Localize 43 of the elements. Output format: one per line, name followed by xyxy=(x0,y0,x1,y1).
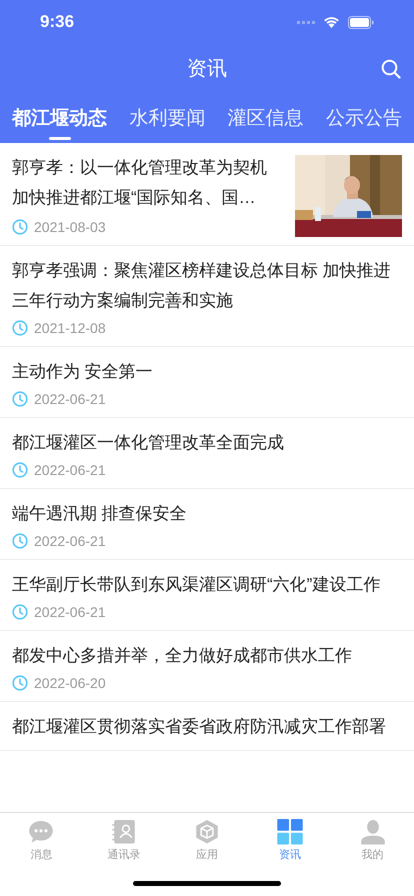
clock-icon xyxy=(12,320,28,336)
news-title[interactable]: 王华副厅长带队到东风渠灌区调研“六化”建设工作 xyxy=(12,570,402,600)
signal-icon xyxy=(297,19,315,25)
tab-bar-item[interactable]: 通讯录 xyxy=(82,813,166,863)
wifi-icon xyxy=(323,16,340,28)
person-icon xyxy=(360,819,386,844)
address-book-icon xyxy=(111,819,138,844)
clock-icon xyxy=(12,675,28,691)
clock-icon xyxy=(12,391,28,407)
news-title[interactable]: 都发中心多措并举，全力做好成都市供水工作 xyxy=(12,641,402,671)
news-title[interactable]: 都江堰灌区一体化管理改革全面完成 xyxy=(12,428,402,458)
page-title: 资讯 xyxy=(187,57,227,82)
news-title[interactable]: 端午遇汛期 排查保安全 xyxy=(12,499,402,529)
clock-icon xyxy=(12,533,28,549)
news-date: 2021-12-08 xyxy=(34,318,106,338)
cube-icon xyxy=(194,819,220,844)
news-date: 2022-06-20 xyxy=(34,674,106,692)
clock-icon xyxy=(12,219,28,235)
category-tab[interactable]: 水利要闻 xyxy=(129,94,206,140)
news-date: 2022-06-21 xyxy=(34,602,106,622)
search-icon[interactable] xyxy=(381,59,401,79)
grid-icon xyxy=(276,819,303,844)
news-date: 2022-06-21 xyxy=(34,390,106,408)
category-tab[interactable]: 都江堰动态 xyxy=(12,94,107,140)
status-time: 9:36 xyxy=(40,11,74,34)
tab-bar-item[interactable]: 我的 xyxy=(331,813,414,863)
battery-icon xyxy=(348,16,374,28)
chat-bubble-icon xyxy=(28,819,54,844)
news-title[interactable]: 都江堰灌区贯彻落实省委省政府防汛减灾工作部署 xyxy=(12,712,402,742)
news-title[interactable]: 郭亨孝强调：聚焦灌区榜样建设总体目标 加快推进三年行动方案编制完善和实施 xyxy=(12,256,402,316)
tab-bar-item[interactable]: 资讯 xyxy=(248,813,332,863)
news-title[interactable]: 郭亨孝：以一体化管理改革为契机加快推进都江堰“国际知名、国… xyxy=(12,153,283,213)
news-date: 2022-06-21 xyxy=(34,460,106,480)
news-title[interactable]: 主动作为 安全第一 xyxy=(12,357,402,387)
clock-icon xyxy=(12,604,28,620)
news-date: 2022-06-21 xyxy=(34,532,106,550)
tab-bar-item[interactable]: 消息 xyxy=(0,813,83,863)
tab-indicator xyxy=(48,137,70,140)
news-date: 2021-08-03 xyxy=(34,218,106,236)
category-tab[interactable]: 灌区信息 xyxy=(228,94,304,140)
category-tab[interactable]: 公示公告 xyxy=(326,94,402,140)
clock-icon xyxy=(12,462,28,478)
tab-bar-item[interactable]: 应用 xyxy=(166,813,248,863)
